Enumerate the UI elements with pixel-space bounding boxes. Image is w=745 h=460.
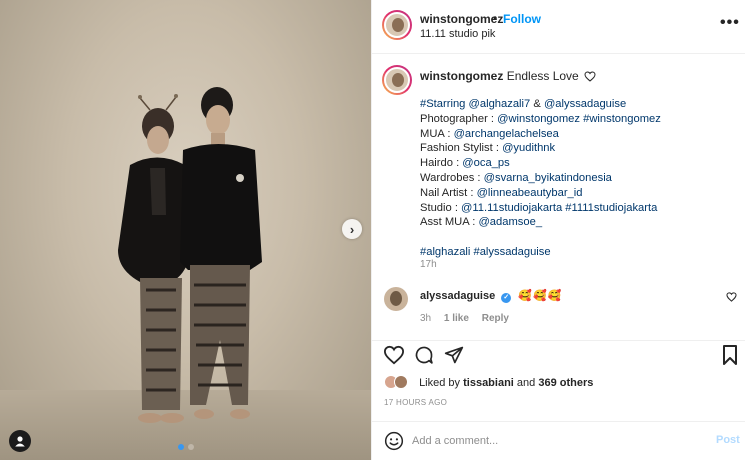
caption-link[interactable]: @linneabeautybar_id <box>477 187 583 199</box>
caption-link[interactable]: @svarna_byikatindonesia <box>484 172 612 184</box>
carousel-dot <box>178 444 184 450</box>
carousel-next-button[interactable]: › <box>342 219 362 239</box>
caption-line: Fashion Stylist : @yudithnk <box>420 141 661 156</box>
follow-button[interactable]: Follow <box>503 12 541 26</box>
caption-link[interactable]: #Starring @alghazali7 <box>420 98 530 110</box>
action-bar <box>372 340 745 368</box>
caption-label: Hairdo : <box>420 157 463 170</box>
comment-time: 3h <box>420 313 432 324</box>
likes-prefix: Liked by <box>419 377 461 389</box>
caption-text: Endless Love <box>506 69 579 83</box>
post-timestamp: 17 HOURS AGO <box>384 398 448 407</box>
caption-author-avatar[interactable] <box>382 65 412 95</box>
post-location[interactable]: 11.11 studio pik <box>420 28 495 40</box>
commenter-avatar[interactable] <box>384 287 408 311</box>
couple-photo-illustration <box>118 87 262 423</box>
instagram-post-view: › winstongomez • Follow 11.11 studio pik… <box>0 0 745 460</box>
caption-line: MUA : @archangelachelsea <box>420 127 661 142</box>
caption-line: Asst MUA : @adamsoe_ <box>420 215 661 230</box>
verified-badge-icon: ✓ <box>501 293 512 303</box>
commenter-username[interactable]: alyssadaguise <box>420 290 495 302</box>
chevron-right-icon: › <box>349 221 355 237</box>
carousel-indicator <box>178 444 194 450</box>
likers-avatars[interactable] <box>384 375 412 389</box>
comment-bubble-icon[interactable] <box>414 345 434 365</box>
caption-line: Wardrobes : @svarna_byikatindonesia <box>420 171 661 186</box>
comment-like-heart-icon[interactable] <box>726 292 737 302</box>
header-separator: • <box>493 11 498 25</box>
heart-outline-icon <box>584 71 596 82</box>
caption-line: Nail Artist : @linneabeautybar_id <box>420 186 661 201</box>
author-username[interactable]: winstongomez <box>420 12 503 26</box>
comment-text: 🥰🥰🥰 <box>518 290 563 302</box>
author-avatar[interactable] <box>382 10 412 40</box>
save-bookmark-icon[interactable] <box>722 345 738 365</box>
caption-line: Photographer : @winstongomez #winstongom… <box>420 112 661 127</box>
post-details-panel: winstongomez • Follow 11.11 studio pik •… <box>371 0 745 460</box>
caption-link[interactable]: @alyssadaguise <box>544 98 626 110</box>
caption-label: Photographer : <box>420 112 498 125</box>
caption-link[interactable]: @adamsoe_ <box>478 216 542 228</box>
caption-line: Studio : @11.11studiojakarta #1111studio… <box>420 201 661 216</box>
caption-label: MUA : <box>420 127 454 140</box>
likes-summary: Liked by tissabiani and 369 others <box>384 375 593 389</box>
caption-link[interactable]: @archangelachelsea <box>454 128 559 140</box>
caption-link[interactable]: #alghazali #alyssadaguise <box>420 246 551 258</box>
liker-username[interactable]: tissabiani <box>463 377 514 389</box>
caption-label: Studio : <box>420 201 462 214</box>
carousel-dot <box>188 444 194 450</box>
caption-link[interactable]: @oca_ps <box>462 157 509 169</box>
caption-label: Fashion Stylist : <box>420 142 503 155</box>
like-heart-icon[interactable] <box>383 345 405 365</box>
caption-body: #Starring @alghazali7 & @alyssadaguise Ph… <box>420 97 661 260</box>
emoji-smile-icon[interactable] <box>384 431 404 451</box>
reply-button[interactable]: Reply <box>482 313 509 324</box>
comment-likes[interactable]: 1 like <box>444 313 469 324</box>
share-paper-plane-icon[interactable] <box>444 345 464 365</box>
caption-line: #alghazali #alyssadaguise <box>420 245 661 260</box>
post-header: winstongomez • Follow 11.11 studio pik •… <box>372 0 745 54</box>
caption-link[interactable]: @winstongomez #winstongomez <box>497 113 661 125</box>
caption-line: #Starring @alghazali7 & @alyssadaguise <box>420 97 661 112</box>
caption-time: 17h <box>420 259 437 270</box>
caption-label: & <box>530 98 544 110</box>
caption-label: Nail Artist : <box>420 186 477 199</box>
caption-username[interactable]: winstongomez <box>420 69 503 83</box>
caption-link[interactable]: @yudithnk <box>502 142 555 154</box>
add-comment-bar: Post <box>372 421 745 460</box>
likes-others-count[interactable]: 369 others <box>538 377 593 389</box>
caption-line: Hairdo : @oca_ps <box>420 156 661 171</box>
comment-input[interactable] <box>412 431 702 451</box>
caption-link[interactable]: @11.11studiojakarta #1111studiojakarta <box>461 202 657 214</box>
comment-item: alyssadaguise ✓ 🥰🥰🥰 3h 1 like Reply <box>372 283 745 329</box>
tagged-users-button[interactable] <box>9 430 31 452</box>
person-icon <box>15 436 25 447</box>
post-photo[interactable]: › <box>0 0 371 460</box>
post-comment-button[interactable]: Post <box>716 434 740 446</box>
caption-label: Asst MUA : <box>420 216 479 229</box>
caption-line <box>420 230 661 245</box>
caption-label: Wardrobes : <box>420 171 484 184</box>
likes-and: and <box>516 377 536 389</box>
more-options-icon[interactable]: ••• <box>720 14 740 32</box>
